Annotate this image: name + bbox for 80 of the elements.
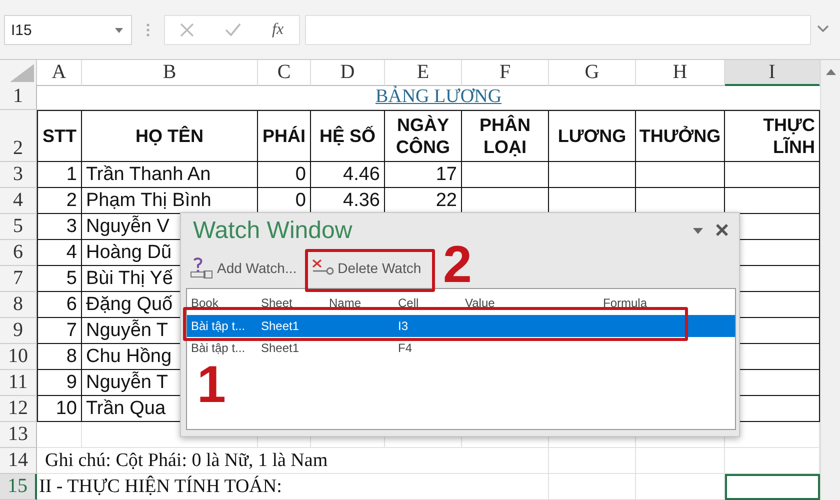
row-header[interactable]: 2 <box>0 110 37 162</box>
cell-text: F4 <box>397 341 414 355</box>
column-header[interactable]: Value <box>461 296 599 310</box>
row-header[interactable]: 5 <box>0 214 37 240</box>
column-header[interactable]: A <box>37 60 82 86</box>
table-cell: PHÂN LOẠI <box>462 110 549 162</box>
sheet-text: Sheet1 <box>260 341 300 355</box>
add-watch-icon <box>190 256 214 278</box>
book-text: Bài tập t... <box>190 319 246 333</box>
watch-row[interactable]: Bài tập t... Sheet1 I3 <box>187 315 735 337</box>
table-cell: PHÁI <box>258 110 311 162</box>
row-header[interactable]: 14 <box>0 448 37 474</box>
delete-watch-icon <box>310 258 335 278</box>
book-text: Bài tập t... <box>190 341 246 355</box>
table-cell: NGÀY CÔNG <box>385 110 462 162</box>
table-cell: 17 <box>385 162 462 188</box>
scroll-up-icon[interactable] <box>826 69 836 75</box>
table-cell: LƯƠNG <box>549 110 636 162</box>
table-cell: 0 <box>258 162 311 188</box>
table-cell: THƯỞNG <box>636 110 725 162</box>
column-header[interactable]: H <box>636 60 725 86</box>
row-header[interactable]: 9 <box>0 318 37 344</box>
formula-field[interactable] <box>305 15 811 45</box>
selected-cell[interactable] <box>725 474 820 500</box>
check-icon[interactable] <box>225 23 242 37</box>
table-cell: 5 <box>37 266 82 292</box>
row-header[interactable]: 4 <box>0 188 37 214</box>
delete-watch-button[interactable]: Delete Watch <box>308 256 424 280</box>
column-header[interactable]: D <box>311 60 385 86</box>
table-cell: 8 <box>37 344 82 370</box>
select-all-button[interactable] <box>0 60 37 86</box>
name-box[interactable]: I15 <box>4 15 132 45</box>
close-button[interactable]: × <box>714 219 729 243</box>
row-header[interactable]: 15 <box>0 474 37 500</box>
table-cell: 2 <box>37 188 82 214</box>
table-cell: 3 <box>37 214 82 240</box>
column-header[interactable]: Book <box>187 296 257 310</box>
table-cell: 9 <box>37 370 82 396</box>
dropdown-icon[interactable] <box>692 228 703 234</box>
table-cell: 7 <box>37 318 82 344</box>
column-header[interactable]: C <box>258 60 311 86</box>
row-header[interactable]: 3 <box>0 162 37 188</box>
table-cell: 1 <box>37 162 82 188</box>
grip-icon <box>146 22 150 38</box>
scrollbar[interactable] <box>820 60 840 500</box>
table-cell: HỌ TÊN <box>82 110 258 162</box>
row-header[interactable]: 6 <box>0 240 37 266</box>
row-header[interactable]: 1 <box>0 85 37 110</box>
step-number: 2 <box>443 239 472 291</box>
column-header[interactable]: G <box>549 60 636 86</box>
column-header[interactable]: F <box>462 60 549 86</box>
table-cell: 4.46 <box>311 162 385 188</box>
table-cell: HỆ SỐ <box>311 110 385 162</box>
note-text: II - THỰC HIỆN TÍNH TOÁN: <box>38 476 282 498</box>
column-header[interactable]: E <box>385 60 462 86</box>
table-cell: 10 <box>37 396 82 422</box>
row-header[interactable]: 7 <box>0 266 37 292</box>
column-header[interactable]: Formula <box>599 296 735 310</box>
row-header[interactable]: 10 <box>0 344 37 370</box>
function-button[interactable]: fx <box>272 21 284 39</box>
column-header[interactable]: Sheet <box>257 296 325 310</box>
note-text: Ghi chú: Cột Phái: 0 là Nữ, 1 là Nam <box>44 450 328 472</box>
table-cell: 4 <box>37 240 82 266</box>
dropdown-icon[interactable] <box>115 28 123 32</box>
column-header[interactable]: Cell <box>394 296 461 310</box>
cancel-icon[interactable] <box>180 23 194 37</box>
row-header[interactable]: 8 <box>0 292 37 318</box>
table-cell: 6 <box>37 292 82 318</box>
column-header[interactable]: Name <box>325 296 394 310</box>
sheet-title: BẢNG LƯƠNG <box>375 86 502 108</box>
column-header[interactable]: I <box>725 60 820 86</box>
table-cell: STT <box>37 110 82 162</box>
sheet-text: Sheet1 <box>260 319 300 333</box>
expand-icon[interactable] <box>817 25 829 33</box>
row-header[interactable]: 13 <box>0 422 37 448</box>
cell-text: I3 <box>397 319 410 333</box>
column-header[interactable]: B <box>82 60 258 86</box>
row-header[interactable]: 12 <box>0 396 37 422</box>
table-cell: Trần Thanh An <box>82 162 258 188</box>
row-header[interactable]: 11 <box>0 370 37 396</box>
